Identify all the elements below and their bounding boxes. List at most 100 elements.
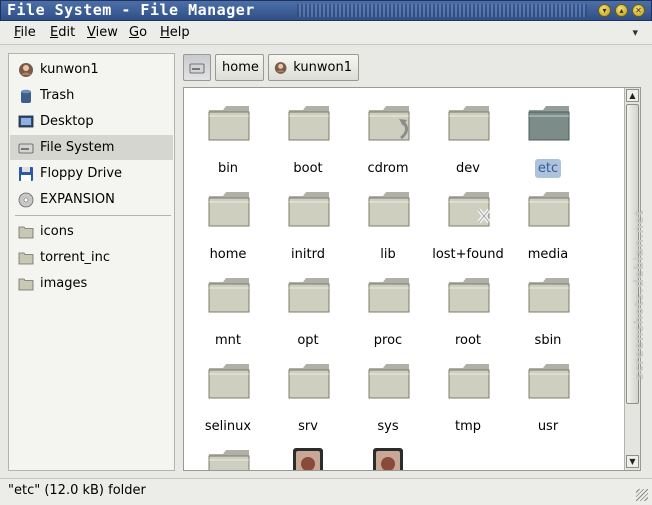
file-name-label: initrd — [268, 247, 348, 263]
folder-icon — [288, 192, 330, 227]
menu-help[interactable]: Help — [160, 25, 190, 41]
folder-item[interactable] — [188, 440, 268, 470]
menu-file[interactable]: File — [14, 25, 36, 41]
folder-item[interactable]: tmp — [428, 354, 508, 440]
folder-item[interactable]: selinux — [188, 354, 268, 440]
sidebar-item-home[interactable]: kunwon1 — [10, 57, 173, 82]
image-file-item[interactable] — [268, 440, 348, 470]
file-name-label: cdrom — [348, 161, 428, 177]
sidebar-item-images[interactable]: images — [10, 271, 173, 296]
folder-item[interactable]: mnt — [188, 268, 268, 354]
file-name-text: home — [209, 247, 247, 262]
file-name-text: bin — [217, 161, 239, 176]
file-name-label: boot — [268, 161, 348, 177]
sidebar-item-torrent-inc[interactable]: torrent_inc — [10, 245, 173, 270]
sidebar-item-label: icons — [40, 224, 74, 239]
folder-item[interactable]: sys — [348, 354, 428, 440]
resize-grip-icon[interactable] — [636, 489, 648, 501]
folder-icon — [368, 364, 410, 399]
menubar-handle-icon[interactable]: ▾ — [632, 26, 638, 39]
folder-icon — [288, 364, 330, 399]
sidebar: kunwon1 Trash Desktop File System Floppy… — [8, 53, 175, 471]
folder-item[interactable]: cdrom — [348, 96, 428, 182]
folder-icon — [368, 106, 410, 141]
folder-icon — [208, 278, 250, 313]
file-name-label: lost+found — [428, 247, 508, 263]
path-button-root[interactable] — [183, 54, 211, 81]
drive-icon — [18, 192, 34, 207]
folder-item[interactable]: proc — [348, 268, 428, 354]
folder-item[interactable]: usr — [508, 354, 588, 440]
sidebar-item-filesystem[interactable]: File System — [10, 135, 173, 160]
file-icon-view[interactable]: bin boot cdrom dev etc home initrd lib lost+foun… — [183, 87, 641, 471]
file-name-text: lost+found — [432, 247, 504, 262]
folder-item[interactable]: home — [188, 182, 268, 268]
harddisk-icon — [18, 143, 34, 153]
menu-edit[interactable]: Edit — [50, 25, 75, 41]
sidebar-item-label: Desktop — [40, 114, 94, 129]
folder-icon — [208, 450, 250, 470]
file-name-label: dev — [428, 161, 508, 177]
folder-icon — [528, 106, 570, 141]
folder-item[interactable]: lib — [348, 182, 428, 268]
sidebar-item-desktop[interactable]: Desktop — [10, 109, 173, 134]
folder-item[interactable]: media — [508, 182, 588, 268]
file-name-label: sys — [348, 419, 428, 435]
folder-item[interactable]: boot — [268, 96, 348, 182]
folder-item[interactable]: root — [428, 268, 508, 354]
folder-item[interactable]: etc — [508, 96, 588, 182]
watermark-text: screenshots.debian.net — [632, 209, 646, 380]
close-button[interactable]: ✕ — [632, 4, 645, 17]
sidebar-item-label: Trash — [40, 88, 75, 103]
file-name-label: usr — [508, 419, 588, 435]
file-name-text: tmp — [454, 419, 481, 434]
folder-icon — [448, 364, 490, 399]
window-title: File System - File Manager — [7, 1, 255, 19]
minimize-button[interactable]: ▾ — [598, 4, 611, 17]
folder-icon — [288, 278, 330, 313]
status-text: "etc" (12.0 kB) folder — [8, 483, 146, 498]
file-name-text: initrd — [291, 247, 325, 262]
folder-icon — [448, 192, 491, 227]
sidebar-item-label: File System — [40, 140, 115, 155]
home-user-icon — [19, 62, 33, 77]
sidebar-item-floppy[interactable]: Floppy Drive — [10, 161, 173, 186]
folder-icon — [448, 106, 490, 141]
folder-icon — [208, 364, 250, 399]
file-name-text: lib — [380, 247, 396, 262]
scroll-down-button[interactable]: ▼ — [626, 455, 639, 468]
file-name-text: boot — [293, 161, 323, 176]
menu-view[interactable]: View — [87, 25, 118, 41]
file-name-label: bin — [188, 161, 268, 177]
folder-item[interactable]: bin — [188, 96, 268, 182]
folder-item[interactable]: dev — [428, 96, 508, 182]
path-button-home[interactable]: home — [215, 54, 264, 81]
folder-item[interactable]: srv — [268, 354, 348, 440]
folder-item[interactable]: sbin — [508, 268, 588, 354]
folder-item[interactable]: opt — [268, 268, 348, 354]
file-name-label: root — [428, 333, 508, 349]
menu-go[interactable]: Go — [129, 25, 147, 41]
file-name-text: root — [454, 333, 482, 348]
menubar: File Edit View Go Help ▾ — [0, 21, 652, 45]
folder-icon — [528, 364, 570, 399]
file-name-text: cdrom — [367, 161, 409, 176]
file-name-text: selinux — [204, 419, 252, 434]
sidebar-item-label: Floppy Drive — [40, 166, 123, 181]
image-file-item[interactable] — [348, 440, 428, 470]
path-button-kunwon1[interactable]: kunwon1 — [268, 54, 359, 81]
folder-item[interactable]: initrd — [268, 182, 348, 268]
folder-icon — [448, 278, 490, 313]
maximize-button[interactable]: ▴ — [615, 4, 628, 17]
file-name-label: selinux — [188, 419, 268, 435]
file-name-text: sys — [377, 419, 399, 434]
sidebar-item-icons[interactable]: icons — [10, 219, 173, 244]
sidebar-item-expansion[interactable]: EXPANSION — [10, 187, 173, 212]
harddisk-icon — [189, 63, 205, 73]
window-titlebar[interactable]: File System - File Manager ▾ ▴ ✕ — [0, 0, 652, 21]
folder-item[interactable]: lost+found — [428, 182, 508, 268]
file-name-text: sbin — [534, 333, 562, 348]
sidebar-item-label: EXPANSION — [40, 192, 115, 207]
sidebar-item-trash[interactable]: Trash — [10, 83, 173, 108]
scroll-up-button[interactable]: ▲ — [626, 89, 639, 102]
